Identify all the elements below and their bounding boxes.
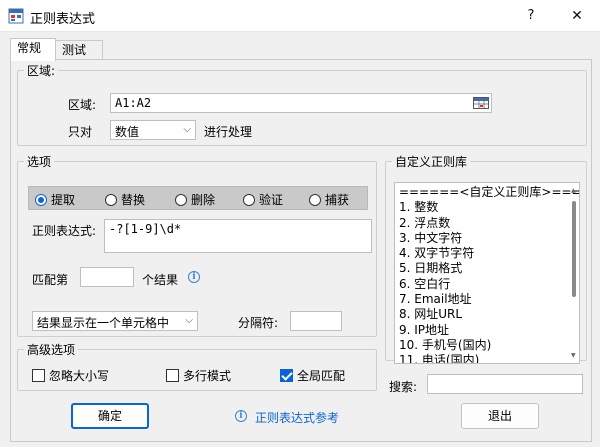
separator-label: 分隔符:: [238, 316, 279, 330]
global-match-label: 全局匹配: [297, 369, 346, 383]
process-label: 进行处理: [204, 125, 253, 139]
list-item[interactable]: 5. 日期格式: [399, 261, 567, 276]
options-group-legend: 选项: [27, 155, 52, 169]
regex-label: 正则表达式:: [32, 224, 97, 238]
tab-general[interactable]: 常规: [10, 38, 56, 61]
ignore-case-checkbox-box: [32, 369, 45, 382]
scroll-up-icon[interactable]: ▲: [571, 187, 576, 194]
regex-input-value: -?[1-9]\d*: [109, 222, 182, 236]
radio-capture-label: 捕获: [325, 193, 350, 207]
radio-capture-indicator: [309, 194, 321, 206]
mode-radio-bar: 提取 替换 删除 验证 捕获: [28, 186, 368, 210]
only-label: 只对: [68, 125, 93, 139]
radio-validate-label: 验证: [259, 193, 284, 207]
radio-capture[interactable]: 捕获: [309, 191, 349, 207]
radio-extract-indicator: [35, 194, 47, 206]
chevron-down-icon: ⌵: [185, 315, 193, 326]
value-type-select-value: 数值: [115, 125, 140, 139]
result-unit-label: 个结果: [142, 273, 179, 287]
list-item[interactable]: 1. 整数: [399, 200, 567, 215]
list-item[interactable]: 11. 电话(国内): [399, 353, 567, 363]
window-title: 正则表达式: [30, 12, 96, 27]
separator-input[interactable]: [290, 311, 342, 331]
list-item[interactable]: 3. 中文字符: [399, 231, 567, 246]
radio-delete-label: 删除: [191, 193, 216, 207]
chevron-down-icon: ⌵: [183, 124, 191, 135]
range-picker-icon[interactable]: [473, 97, 489, 109]
radio-validate-indicator: [243, 194, 255, 206]
list-item[interactable]: 4. 双字节字符: [399, 246, 567, 261]
scroll-down-icon[interactable]: ▼: [571, 352, 576, 359]
region-group: 区域: 区域: A1:A2 只对 数值 ⌵ 进行处理: [17, 62, 587, 146]
tab-test[interactable]: 测试: [55, 40, 103, 60]
list-item[interactable]: 8. 网址URL: [399, 307, 567, 322]
options-group: 选项 提取 替换 删除 验证 捕获 正则表达式: -?[1-9]\d* 匹配第: [17, 153, 377, 337]
global-match-checkbox[interactable]: 全局匹配: [280, 367, 345, 384]
list-item[interactable]: 7. Email地址: [399, 292, 567, 307]
exit-button[interactable]: 退出: [461, 403, 539, 429]
range-input-value: A1:A2: [115, 96, 152, 110]
range-label: 区域:: [68, 98, 97, 112]
close-button[interactable]: ✕: [554, 0, 600, 32]
radio-replace[interactable]: 替换: [105, 191, 145, 207]
regex-library-items: ======<自定义正则库>====== 1. 整数 2. 浮点数 3. 中文字…: [399, 185, 579, 363]
region-group-legend: 区域:: [27, 64, 56, 78]
search-label: 搜索:: [389, 380, 418, 394]
regex-input[interactable]: -?[1-9]\d*: [104, 219, 372, 253]
info-icon: i: [188, 271, 200, 283]
title-bar: 正则表达式 ? ✕: [0, 0, 600, 32]
search-input[interactable]: [427, 374, 583, 394]
radio-delete-indicator: [175, 194, 187, 206]
scrollbar-thumb[interactable]: [572, 201, 576, 297]
advanced-group: 高级选项 忽略大小写 多行模式 全局匹配: [17, 341, 377, 391]
match-index-input[interactable]: [80, 267, 134, 287]
radio-delete[interactable]: 删除: [175, 191, 215, 207]
library-group: 自定义正则库 ======<自定义正则库>====== 1. 整数 2. 浮点数…: [385, 153, 587, 364]
list-item[interactable]: ======<自定义正则库>======: [399, 185, 579, 200]
radio-replace-label: 替换: [121, 193, 146, 207]
range-input[interactable]: A1:A2: [110, 93, 492, 113]
result-display-select-value: 结果显示在一个单元格中: [37, 316, 170, 330]
regex-library-list[interactable]: ======<自定义正则库>====== 1. 整数 2. 浮点数 3. 中文字…: [394, 182, 580, 364]
multiline-checkbox-box: [166, 369, 179, 382]
regex-reference-link[interactable]: 正则表达式参考: [255, 409, 339, 426]
list-item[interactable]: 6. 空白行: [399, 277, 567, 292]
ignore-case-checkbox[interactable]: 忽略大小写: [32, 367, 109, 384]
advanced-group-legend: 高级选项: [27, 343, 76, 357]
radio-extract[interactable]: 提取: [35, 191, 75, 207]
ignore-case-label: 忽略大小写: [49, 369, 110, 383]
app-icon: [8, 8, 24, 24]
list-item[interactable]: 2. 浮点数: [399, 216, 567, 231]
radio-validate[interactable]: 验证: [243, 191, 283, 207]
radio-extract-label: 提取: [51, 193, 76, 207]
global-match-checkbox-box: [280, 369, 293, 382]
library-scrollbar[interactable]: ▲ ▼: [571, 187, 577, 359]
info-icon: i: [235, 410, 247, 422]
multiline-label: 多行模式: [183, 369, 232, 383]
tab-page-general: 区域: 区域: A1:A2 只对 数值 ⌵ 进行处理 选项 提取 替换 删除 验…: [10, 59, 592, 442]
list-item[interactable]: 10. 手机号(国内): [399, 338, 567, 353]
multiline-checkbox[interactable]: 多行模式: [166, 367, 231, 384]
match-label: 匹配第: [32, 273, 69, 287]
radio-replace-indicator: [105, 194, 117, 206]
help-button[interactable]: ?: [508, 0, 554, 32]
result-display-select[interactable]: 结果显示在一个单元格中 ⌵: [32, 311, 198, 331]
value-type-select[interactable]: 数值 ⌵: [110, 120, 196, 140]
list-item[interactable]: 9. IP地址: [399, 323, 567, 338]
ok-button[interactable]: 确定: [71, 403, 149, 429]
library-group-legend: 自定义正则库: [395, 155, 468, 169]
